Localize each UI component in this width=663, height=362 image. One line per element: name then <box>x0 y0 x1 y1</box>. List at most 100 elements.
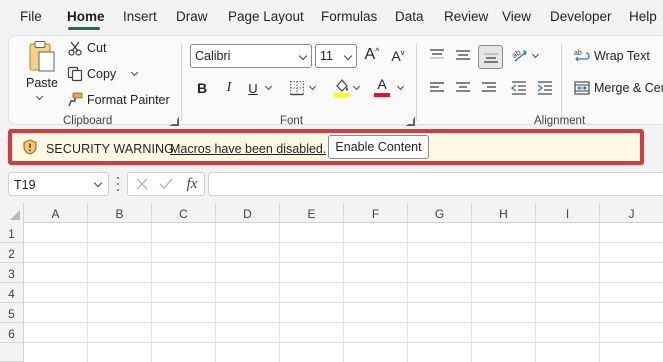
security-warning-title: SECURITY WARNING <box>46 142 174 156</box>
bold-label: B <box>196 80 208 96</box>
active-tab-indicator <box>68 27 100 30</box>
row-header-5[interactable]: 5 <box>0 303 24 323</box>
row-header-1[interactable]: 1 <box>0 223 24 243</box>
underline-button[interactable]: U <box>246 79 260 97</box>
formula-buttons: fx <box>127 172 205 196</box>
copy-label[interactable]: Copy <box>87 67 116 81</box>
column-header-f[interactable]: F <box>344 203 408 223</box>
font-color-icon[interactable]: A <box>374 77 390 97</box>
row-header-2[interactable]: 2 <box>0 243 24 263</box>
fx-label: fx <box>186 175 198 192</box>
column-header-c[interactable]: C <box>152 203 216 223</box>
align-top-icon[interactable] <box>429 48 445 62</box>
shield-warning-icon <box>22 139 38 155</box>
merge-center-label[interactable]: Merge & Center <box>594 81 663 95</box>
paste-icon[interactable] <box>25 40 59 76</box>
font-group-label: Font <box>280 115 304 127</box>
grid-line <box>87 223 88 362</box>
chevron-down-icon <box>343 51 353 61</box>
clipboard-launcher-icon[interactable] <box>170 117 179 126</box>
worksheet-grid[interactable]: A B C D E F G H I J 1 2 3 4 5 6 <box>0 203 663 362</box>
bold-button[interactable]: B <box>195 79 209 97</box>
column-header-j[interactable]: J <box>600 203 663 223</box>
format-painter-icon[interactable] <box>67 92 83 108</box>
tab-help[interactable]: Help <box>629 9 657 24</box>
column-header-e[interactable]: E <box>280 203 344 223</box>
tab-review[interactable]: Review <box>444 9 488 24</box>
font-color-label: A <box>377 76 387 92</box>
orientation-icon[interactable]: ab <box>511 46 529 64</box>
merge-center-icon[interactable] <box>574 80 590 96</box>
cut-label[interactable]: Cut <box>87 41 106 55</box>
row-header-6[interactable]: 6 <box>0 323 24 343</box>
format-painter-label[interactable]: Format Painter <box>87 93 170 107</box>
underline-label: U <box>248 80 258 96</box>
wrap-text-label[interactable]: Wrap Text <box>594 49 650 63</box>
align-right-icon[interactable] <box>481 81 497 95</box>
chevron-down-icon <box>298 51 308 61</box>
align-left-icon[interactable] <box>429 81 445 95</box>
decrease-indent-icon[interactable] <box>511 81 527 95</box>
align-bottom-icon <box>483 50 499 64</box>
column-header-g[interactable]: G <box>408 203 472 223</box>
name-box[interactable]: T19 <box>8 172 109 196</box>
grid-line <box>535 223 536 362</box>
select-all-button[interactable] <box>0 203 24 223</box>
italic-button[interactable]: I <box>222 79 236 97</box>
tab-developer[interactable]: Developer <box>550 9 612 24</box>
row-header-3[interactable]: 3 <box>0 263 24 283</box>
fill-color-icon[interactable] <box>333 77 351 97</box>
tab-home[interactable]: Home <box>67 9 105 24</box>
column-header-b[interactable]: B <box>88 203 152 223</box>
shrink-font-icon[interactable]: Av <box>389 47 407 65</box>
grid-line <box>151 223 152 362</box>
enter-check-icon[interactable] <box>159 177 173 191</box>
cancel-icon[interactable] <box>135 177 149 191</box>
align-middle-icon[interactable] <box>455 48 471 62</box>
name-box-value: T19 <box>14 178 36 192</box>
svg-text:ab: ab <box>511 47 523 60</box>
column-header-a[interactable]: A <box>24 203 88 223</box>
security-warning-bar: SECURITY WARNING Macros have been disabl… <box>8 129 644 165</box>
font-launcher-icon[interactable] <box>406 117 415 126</box>
cut-icon[interactable] <box>67 40 83 56</box>
row-header-4[interactable]: 4 <box>0 283 24 303</box>
grid-line <box>407 223 408 362</box>
svg-text:ab: ab <box>574 50 582 57</box>
clipboard-group-label: Clipboard <box>63 115 113 127</box>
align-center-icon[interactable] <box>455 81 471 95</box>
column-header-i[interactable]: I <box>536 203 600 223</box>
grow-font-icon[interactable]: A ^ <box>363 45 381 65</box>
formula-input[interactable] <box>208 172 663 196</box>
insert-function-icon[interactable]: fx <box>183 174 201 194</box>
tab-draw[interactable]: Draw <box>176 9 208 24</box>
font-family-select[interactable]: Calibri <box>190 44 312 68</box>
shrink-font-label: A <box>391 48 401 64</box>
tab-data[interactable]: Data <box>395 9 424 24</box>
tab-insert[interactable]: Insert <box>123 9 157 24</box>
tab-view[interactable]: View <box>502 9 531 24</box>
copy-icon[interactable] <box>67 66 83 82</box>
italic-label: I <box>226 80 232 95</box>
borders-icon[interactable] <box>289 80 305 96</box>
font-size-select[interactable]: 11 <box>315 44 357 68</box>
tab-file[interactable]: File <box>20 9 42 24</box>
row-header-partial[interactable] <box>0 343 24 362</box>
column-header-row: A B C D E F G H I J <box>0 203 663 223</box>
more-options-icon[interactable] <box>115 177 121 191</box>
increase-indent-icon[interactable] <box>537 81 553 95</box>
tab-page-layout[interactable]: Page Layout <box>228 9 304 24</box>
enable-content-button[interactable]: Enable Content <box>328 135 429 159</box>
macros-disabled-link[interactable]: Macros have been disabled. <box>170 142 326 156</box>
column-header-h[interactable]: H <box>472 203 536 223</box>
group-divider <box>181 43 182 121</box>
wrap-text-icon[interactable]: ab <box>574 48 590 64</box>
group-divider <box>416 43 417 121</box>
grid-line <box>343 223 344 362</box>
tab-formulas[interactable]: Formulas <box>321 9 377 24</box>
column-header-d[interactable]: D <box>216 203 280 223</box>
grid-line <box>599 223 600 362</box>
paste-label[interactable]: Paste <box>26 76 58 90</box>
grow-font-label: A <box>364 46 376 63</box>
font-size-value: 11 <box>320 49 333 63</box>
